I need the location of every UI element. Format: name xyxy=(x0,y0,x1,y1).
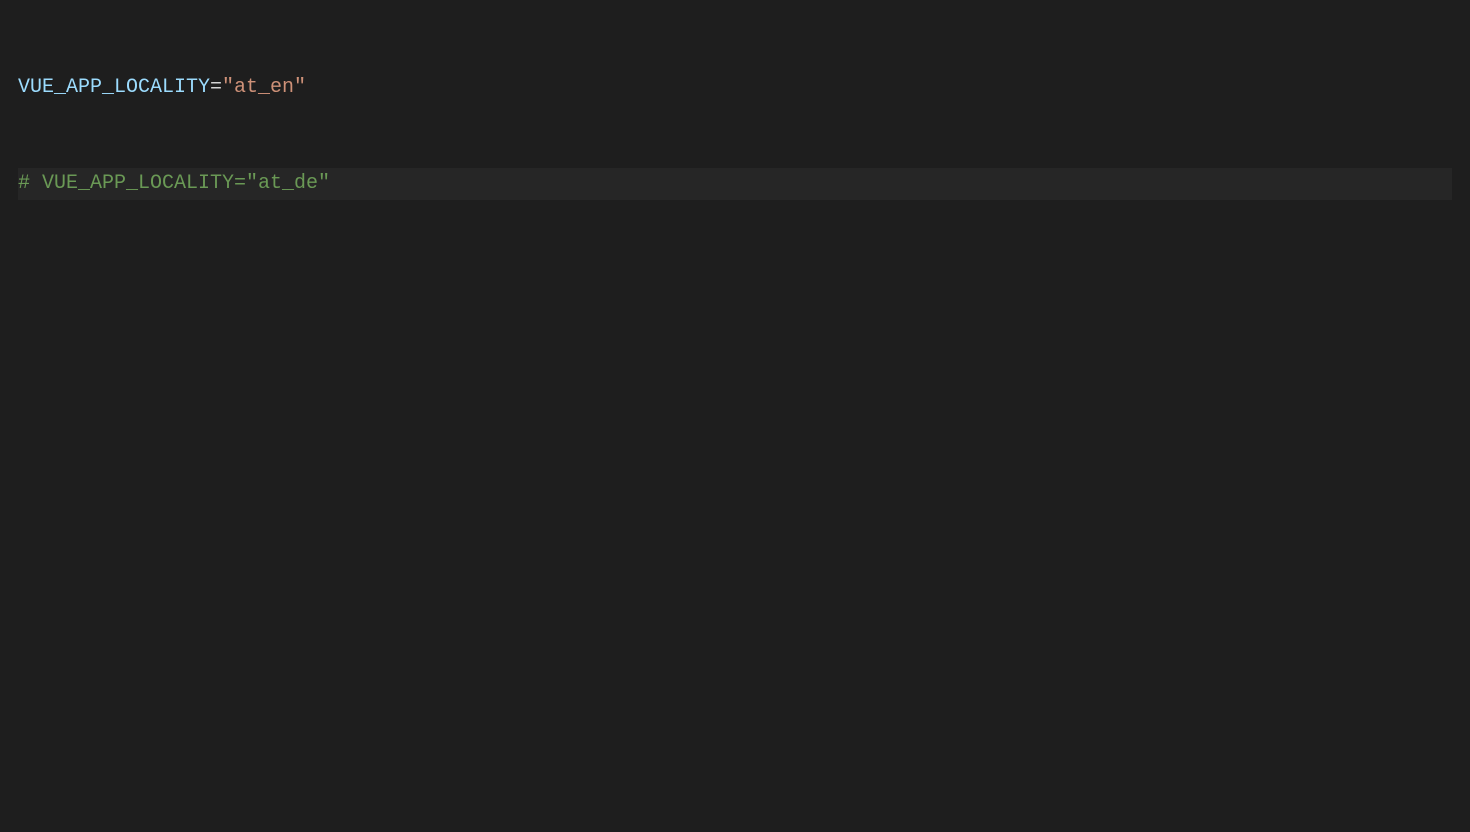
code-line-1[interactable]: VUE_APP_LOCALITY="at_en" xyxy=(18,72,1452,104)
code-line-2[interactable]: # VUE_APP_LOCALITY="at_de" xyxy=(18,168,1452,200)
env-variable-value: "at_en" xyxy=(222,76,306,99)
code-editor[interactable]: VUE_APP_LOCALITY="at_en" # VUE_APP_LOCAL… xyxy=(0,0,1470,240)
assignment-operator: = xyxy=(210,76,222,99)
env-variable-name: VUE_APP_LOCALITY xyxy=(18,76,210,99)
comment-text: # VUE_APP_LOCALITY="at_de" xyxy=(18,172,330,195)
